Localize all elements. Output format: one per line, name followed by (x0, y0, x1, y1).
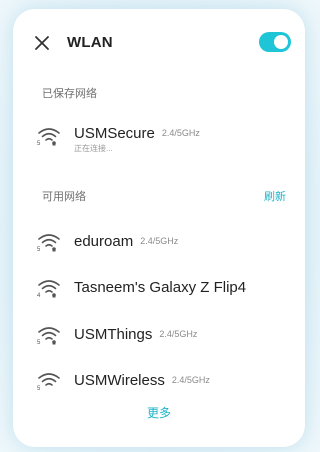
header: WLAN (13, 9, 305, 77)
page-title: WLAN (67, 34, 113, 51)
ssid-text: USMSecure (74, 125, 155, 142)
network-item-eduroam[interactable]: 5 eduroam 2.4/5GHz (13, 225, 305, 261)
ssid-text: Tasneem's Galaxy Z Flip4 (74, 279, 247, 296)
network-name: eduroam 2.4/5GHz (74, 233, 178, 250)
svg-text:5: 5 (37, 247, 41, 252)
ssid-text: USMWireless (74, 372, 165, 389)
toggle-knob (274, 35, 288, 49)
ssid-text: eduroam (74, 233, 134, 250)
network-name: USMSecure 2.4/5GHz (74, 125, 200, 142)
refresh-button[interactable]: 刷新 (264, 188, 286, 204)
network-item-usmwireless[interactable]: 5 USMWireless 2.4/5GHz (13, 364, 305, 400)
band-label: 2.4/5GHz (171, 375, 210, 385)
wifi-signal-icon: 4 (37, 280, 60, 298)
connection-status: 正在连接... (74, 144, 113, 153)
wifi-signal-icon: 5 (37, 234, 60, 252)
saved-networks-label: 已保存网络 (42, 88, 97, 100)
band-label: 2.4/5GHz (161, 128, 200, 138)
svg-text:5: 5 (37, 340, 41, 345)
network-name: USMWireless 2.4/5GHz (74, 372, 210, 389)
more-button[interactable]: 更多 (13, 404, 305, 421)
svg-text:4: 4 (37, 293, 41, 298)
network-item-usmthings[interactable]: 5 USMThings 2.4/5GHz (13, 318, 305, 354)
saved-network-item[interactable]: 5 USMSecure 2.4/5GHz 正在连接... (13, 115, 305, 163)
svg-text:5: 5 (37, 386, 41, 391)
available-networks-label: 可用网络 (42, 191, 86, 203)
network-name: USMThings 2.4/5GHz (74, 326, 197, 343)
wifi-signal-icon: 5 (37, 327, 60, 345)
network-name: Tasneem's Galaxy Z Flip4 (74, 279, 246, 296)
network-item-tasneem-galaxy[interactable]: 4 Tasneem's Galaxy Z Flip4 (13, 271, 305, 307)
close-icon[interactable] (33, 34, 51, 52)
wifi-signal-icon: 5 (37, 128, 60, 146)
wlan-panel: WLAN 已保存网络 5 USMSecure 2.4/5GHz 正在连接... 可… (13, 9, 305, 447)
svg-text:5: 5 (37, 141, 41, 146)
wifi-signal-icon: 5 (37, 373, 60, 391)
band-label: 2.4/5GHz (140, 236, 179, 246)
band-label: 2.4/5GHz (159, 329, 198, 339)
wlan-toggle[interactable] (259, 32, 291, 52)
ssid-text: USMThings (74, 326, 153, 343)
